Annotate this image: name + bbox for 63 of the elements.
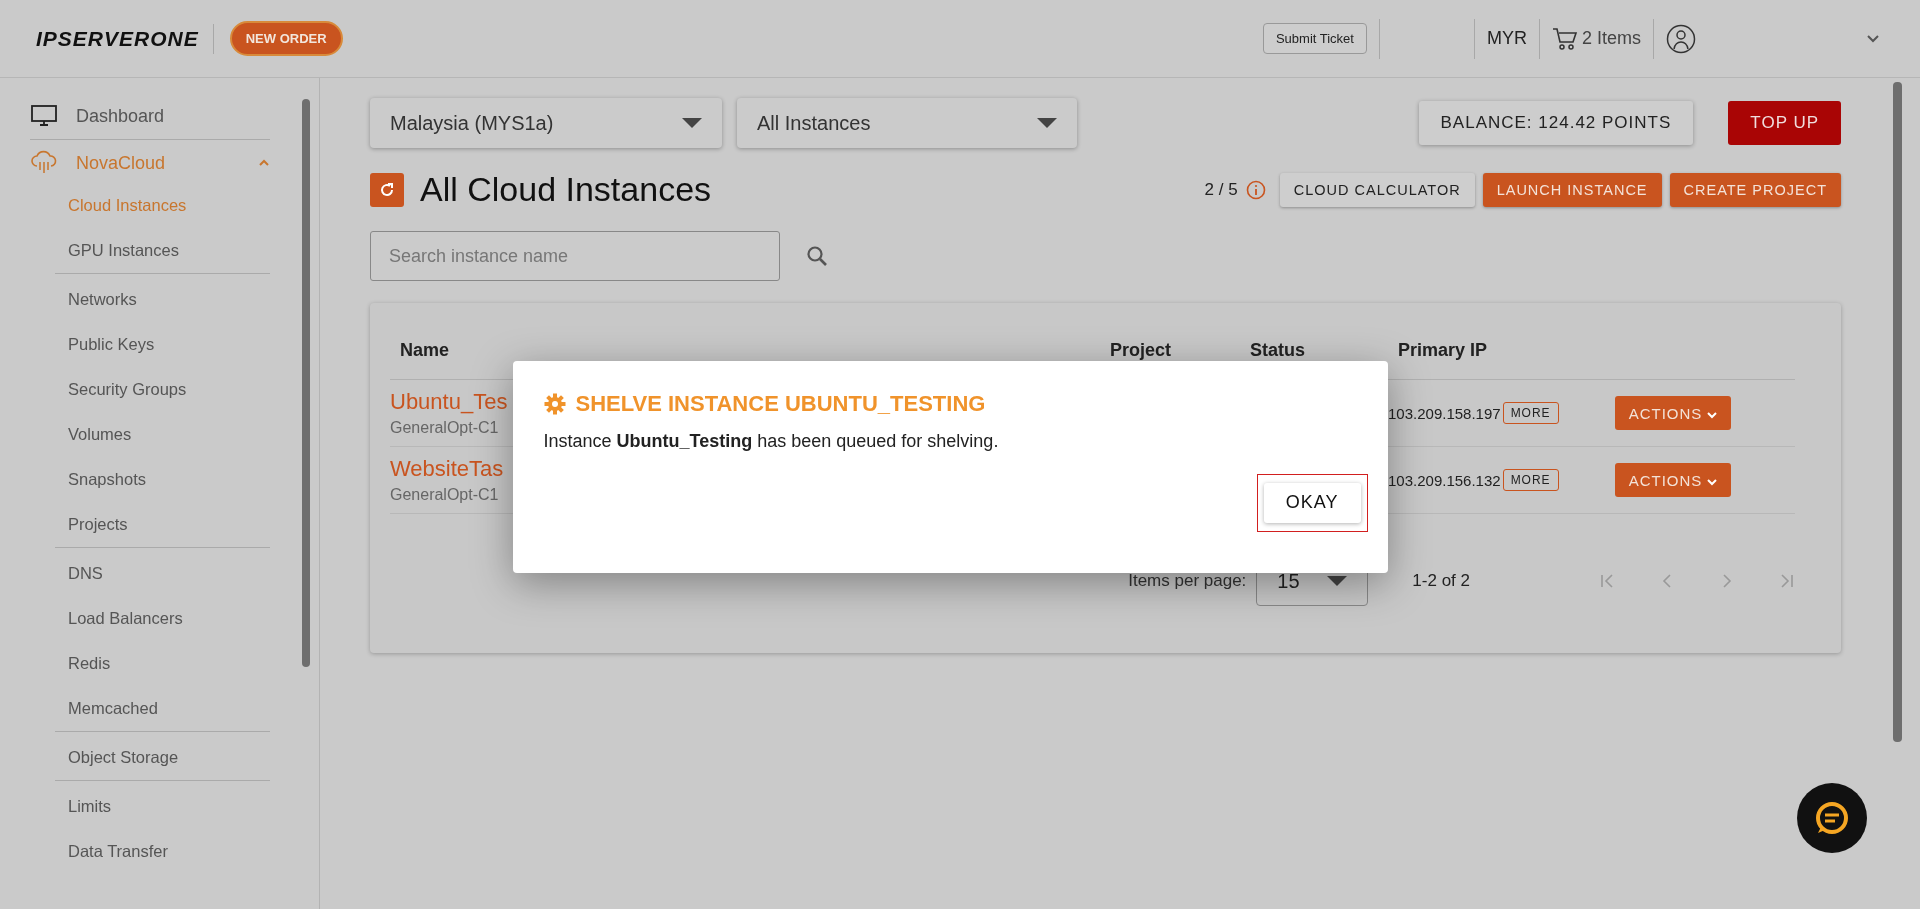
column-header: Status xyxy=(1250,339,1306,361)
column-header: Primary IP xyxy=(1398,339,1488,361)
items-per-page-label: Items per page: xyxy=(1128,571,1247,591)
instance-flavor: GeneralOpt-C1 xyxy=(390,419,499,437)
more-button[interactable]: MORE xyxy=(1502,469,1559,491)
action-button[interactable]: CREATE PROJECT xyxy=(1669,172,1841,207)
chevron-down-icon xyxy=(1707,478,1718,486)
sidebar-item[interactable]: Volumes xyxy=(55,412,270,457)
refresh-button[interactable] xyxy=(370,172,404,207)
cart-count[interactable]: 2 Items xyxy=(1581,28,1641,49)
user-avatar-icon[interactable] xyxy=(1666,23,1696,54)
sidebar-item[interactable]: Networks xyxy=(55,277,270,322)
logo[interactable]: IPSERVERONE xyxy=(36,26,199,51)
action-button[interactable]: CLOUD CALCULATOR xyxy=(1279,172,1475,207)
chevron-down-icon[interactable] xyxy=(1866,33,1880,44)
more-button[interactable]: MORE xyxy=(1502,402,1559,424)
sidebar-item[interactable]: Dashboard xyxy=(30,96,270,136)
top-up-button[interactable]: TOP UP xyxy=(1728,101,1841,145)
sidebar-item[interactable]: GPU Instances xyxy=(55,228,270,274)
sidebar-item[interactable]: Redis xyxy=(55,641,270,686)
submit-ticket-button[interactable]: Submit Ticket xyxy=(1262,23,1367,54)
currency-selector[interactable]: MYR xyxy=(1486,28,1527,49)
search-field[interactable]: Search instance name xyxy=(370,231,780,281)
sidebar-item[interactable]: Memcached xyxy=(55,686,270,732)
dialog-title: SHELVE INSTANCE UBUNTU_TESTING xyxy=(575,390,986,417)
ip-address: 103.209.156.132 xyxy=(1388,471,1501,489)
gear-icon xyxy=(543,392,566,415)
instance-quota: 2 / 5 xyxy=(1204,179,1238,200)
info-icon[interactable] xyxy=(1245,179,1266,200)
sidebar-item[interactable]: Load Balancers xyxy=(55,596,270,641)
sidebar-item[interactable]: Projects xyxy=(55,502,270,548)
dialog-message: Instance Ubuntu_Testing has been queued for shelving. xyxy=(543,430,1000,452)
region-dropdown[interactable]: Malaysia (MYS1a) xyxy=(370,98,722,148)
actions-button[interactable]: ACTIONS xyxy=(1614,396,1732,430)
sidebar-item[interactable]: Public Keys xyxy=(55,322,270,367)
sidebar-item[interactable]: Data Transfer xyxy=(55,829,270,874)
cart-icon[interactable] xyxy=(1551,26,1578,51)
last-page-icon[interactable] xyxy=(1779,573,1795,589)
search-icon[interactable] xyxy=(806,245,828,267)
action-button[interactable]: LAUNCH INSTANCE xyxy=(1482,172,1662,207)
new-order-button[interactable]: NEW ORDER xyxy=(229,21,343,56)
sidebar-item[interactable]: Security Groups xyxy=(55,367,270,412)
okay-button[interactable]: OKAY xyxy=(1263,482,1361,523)
cloud-icon xyxy=(30,150,58,176)
sidebar-item[interactable]: Limits xyxy=(55,784,270,829)
column-header: Project xyxy=(1110,339,1173,361)
monitor-icon xyxy=(30,105,58,127)
page-title: All Cloud Instances xyxy=(420,170,712,209)
refresh-icon xyxy=(379,181,395,198)
column-header: Name xyxy=(399,339,451,361)
chevron-down-icon xyxy=(1707,411,1718,419)
instance-name-link[interactable]: Ubuntu_Tes xyxy=(390,389,508,415)
balance-button[interactable]: BALANCE: 124.42 POINTS xyxy=(1418,101,1694,145)
page-range: 1-2 of 2 xyxy=(1412,571,1470,591)
instance-flavor: GeneralOpt-C1 xyxy=(390,486,499,504)
sidebar-item[interactable]: Snapshots xyxy=(55,457,270,502)
instance-name-link[interactable]: WebsiteTas xyxy=(390,456,504,482)
ip-address: 103.209.158.197 xyxy=(1388,404,1501,422)
first-page-icon[interactable] xyxy=(1599,573,1615,589)
actions-button[interactable]: ACTIONS xyxy=(1614,463,1732,497)
sidebar-item[interactable]: DNS xyxy=(55,551,270,596)
sidebar-item[interactable]: Object Storage xyxy=(55,735,270,781)
instances-dropdown[interactable]: All Instances xyxy=(737,98,1077,148)
